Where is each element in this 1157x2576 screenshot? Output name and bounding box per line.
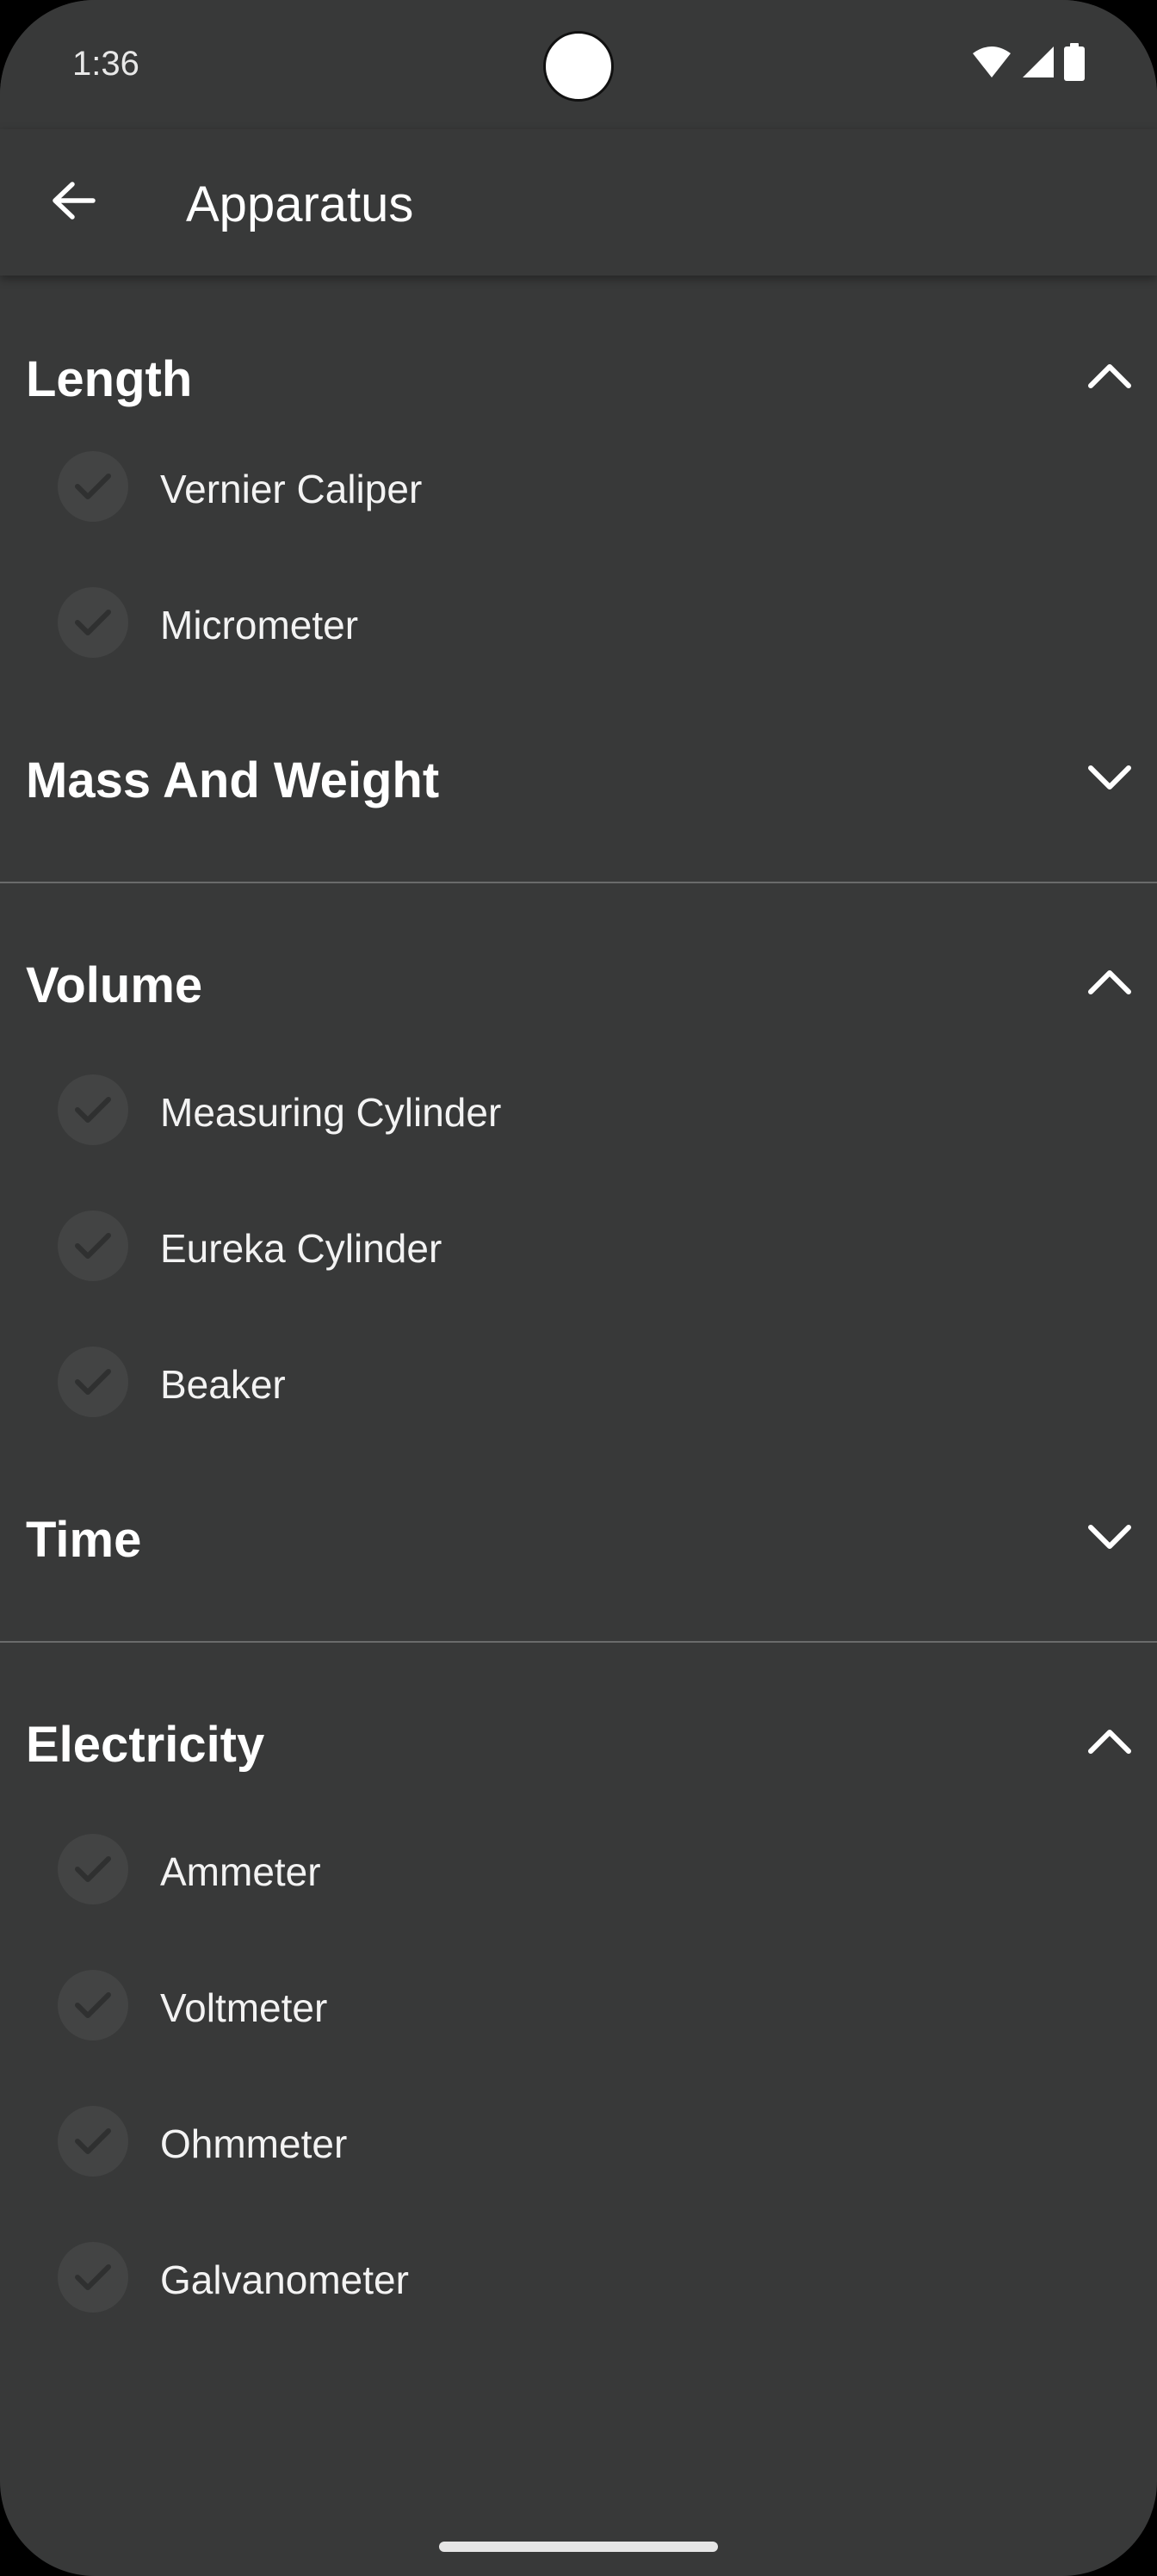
arrow-left-icon [50,181,96,225]
list-item[interactable]: Ammeter [0,1801,1157,1937]
battery-icon [1064,43,1085,81]
list-item[interactable]: Vernier Caliper [0,418,1157,554]
item-label: Ohmmeter [160,2121,348,2166]
page-title: Apparatus [186,176,414,232]
list-item[interactable]: Measuring Cylinder [0,1042,1157,1178]
list-item[interactable]: Galvanometer [0,2209,1157,2345]
chevron-up-icon[interactable] [1080,952,1140,1012]
system-icons [971,43,1085,81]
check-icon[interactable] [58,1074,128,1145]
section-title: Volume [26,957,203,1013]
item-label: Micrometer [160,603,359,647]
section-header-time[interactable]: Time [0,1438,1157,1643]
item-label: Beaker [160,1362,286,1407]
apparatus-list: Length Vernier Caliper Micrometer Mass A… [0,277,1157,2345]
phone-screen: 1:36 Apparatus Length Vernier Caliper Mi… [0,0,1157,2576]
item-label: Galvanometer [160,2257,409,2302]
check-icon[interactable] [58,1211,128,1281]
list-item[interactable]: Micrometer [0,554,1157,690]
section-title: Mass And Weight [26,752,440,808]
item-label: Eureka Cylinder [160,1226,442,1271]
camera-cutout [543,31,614,102]
check-icon[interactable] [58,451,128,522]
section-title: Time [26,1512,142,1568]
back-button[interactable] [43,172,103,232]
item-label: Measuring Cylinder [160,1090,502,1135]
item-label: Ammeter [160,1849,321,1894]
signal-icon [1021,45,1055,79]
item-label: Voltmeter [160,1985,328,2030]
app-bar: Apparatus [0,129,1157,276]
status-time: 1:36 [72,45,139,83]
chevron-up-icon[interactable] [1080,346,1140,406]
section-title: Electricity [26,1717,265,1773]
check-icon[interactable] [58,587,128,658]
list-item[interactable]: Beaker [0,1314,1157,1450]
chevron-down-icon[interactable] [1080,747,1140,808]
check-icon[interactable] [58,1347,128,1417]
check-icon[interactable] [58,2106,128,2177]
list-item[interactable]: Ohmmeter [0,2073,1157,2209]
section-title: Length [26,351,193,407]
list-item[interactable]: Voltmeter [0,1937,1157,2073]
list-item[interactable]: Eureka Cylinder [0,1178,1157,1314]
chevron-down-icon[interactable] [1080,1507,1140,1567]
item-label: Vernier Caliper [160,467,423,511]
status-bar: 1:36 [0,0,1157,129]
section-header-mass-and-weight[interactable]: Mass And Weight [0,678,1157,883]
check-icon[interactable] [58,2242,128,2313]
check-icon[interactable] [58,1834,128,1904]
wifi-icon [971,45,1012,79]
check-icon[interactable] [58,1970,128,2040]
chevron-up-icon[interactable] [1080,1712,1140,1772]
home-indicator[interactable] [439,2542,718,2552]
